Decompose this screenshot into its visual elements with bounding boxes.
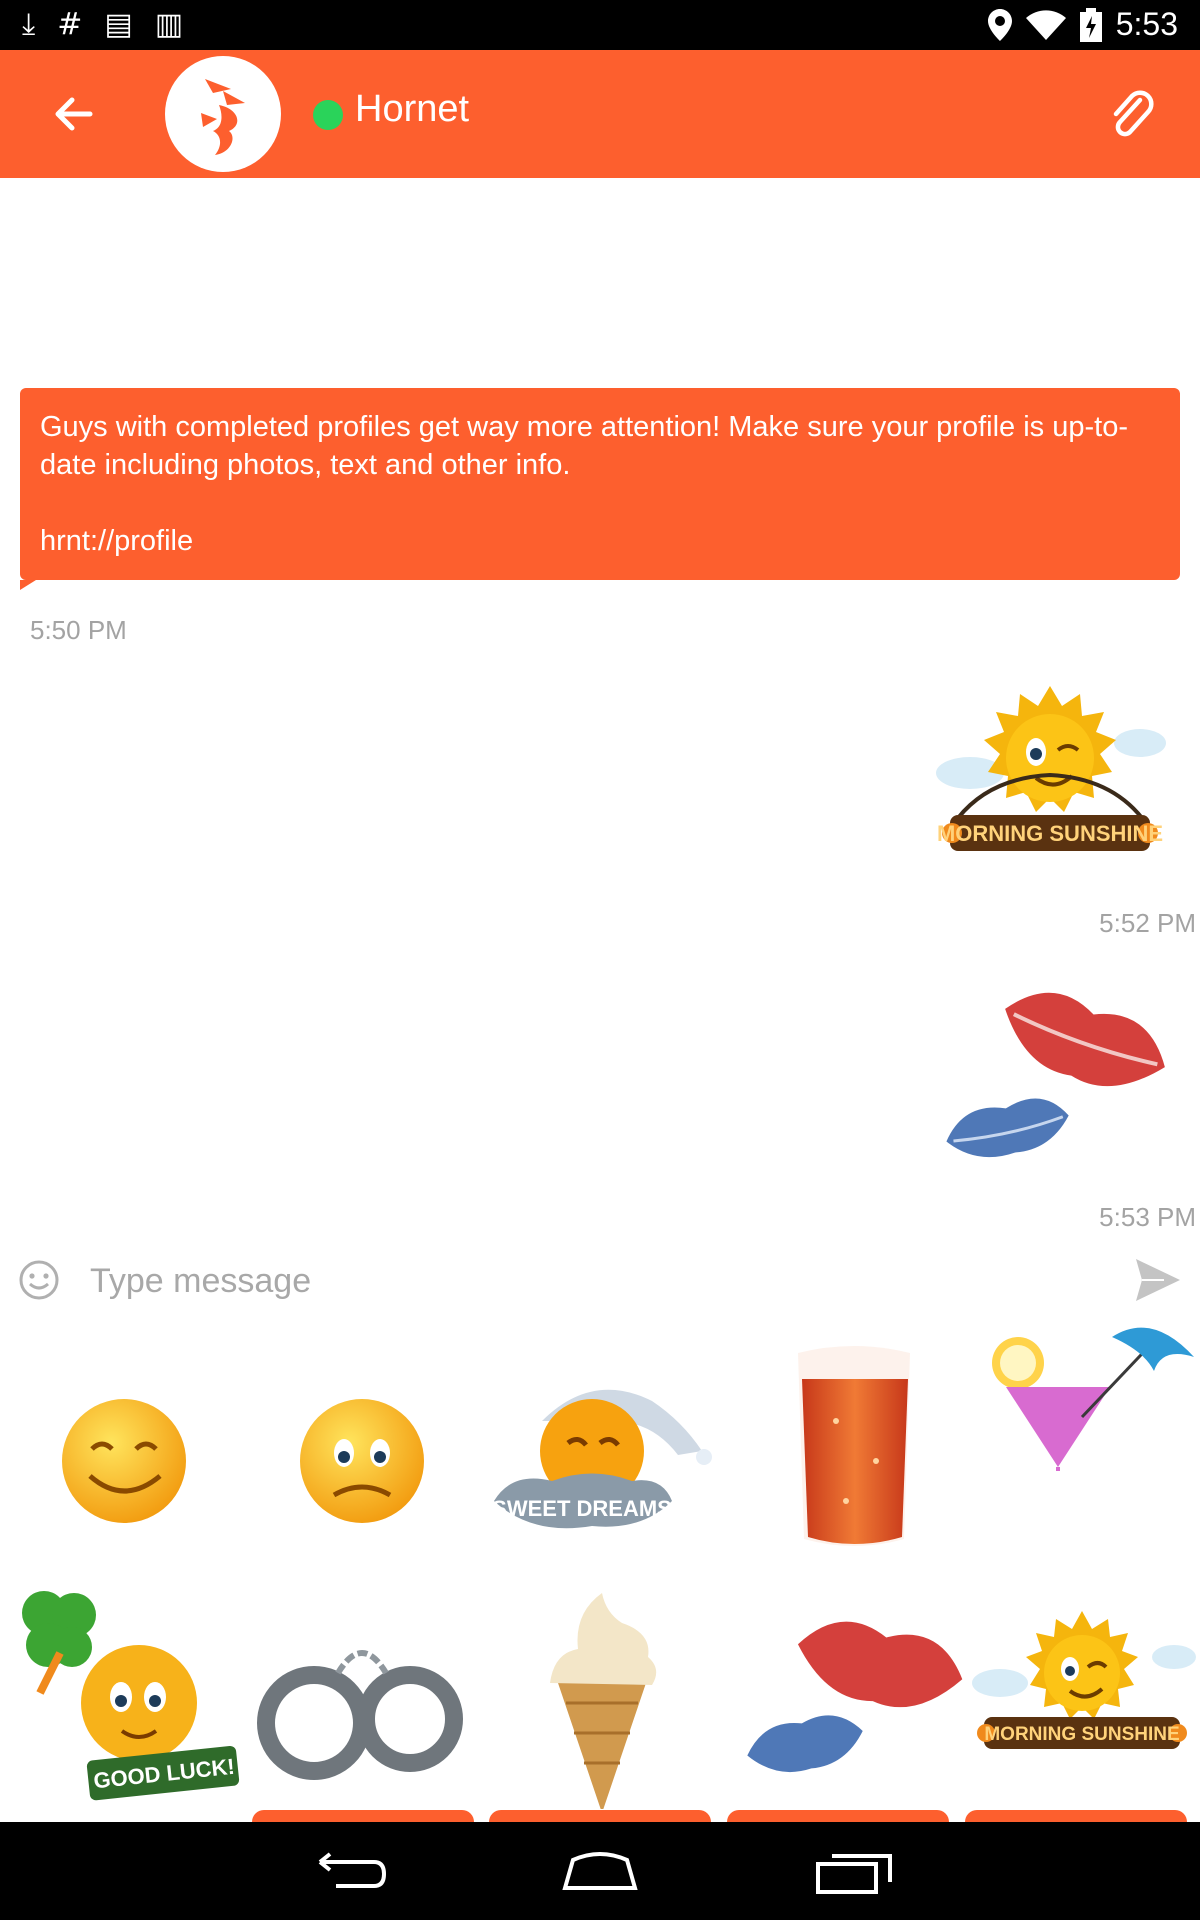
- morning-sunshine-sticker[interactable]: MORNING SUNSHINE: [930, 683, 1170, 863]
- message-timestamp: 5:52 PM: [1099, 908, 1196, 938]
- back-arrow-icon[interactable]: [46, 86, 102, 142]
- app-bar: Hornet: [0, 50, 1200, 178]
- chat-title: Hornet: [355, 88, 470, 130]
- emoji-toggle-icon[interactable]: [18, 1259, 60, 1301]
- paperclip-icon[interactable]: [1104, 86, 1160, 142]
- message-timestamp: 5:50 PM: [30, 615, 127, 645]
- message-timestamp: 5:53 PM: [1099, 1202, 1196, 1232]
- avatar[interactable]: [165, 56, 281, 172]
- sticker-label: SWEET DREAMS: [492, 1496, 672, 1521]
- system-nav-bar: [0, 1822, 1200, 1920]
- back-icon[interactable]: [300, 1846, 390, 1896]
- download-icon: ⤓: [22, 7, 36, 42]
- message-composer: [0, 1243, 1200, 1317]
- smiling-emoji-sticker[interactable]: [4, 1331, 240, 1567]
- bubble-tail: [20, 580, 36, 590]
- recents-icon[interactable]: [810, 1846, 900, 1896]
- message-input[interactable]: [88, 1251, 1092, 1311]
- message-bubble[interactable]: Guys with completed profiles get way mor…: [20, 388, 1180, 580]
- kiss-lips-sticker[interactable]: [940, 968, 1180, 1168]
- battery-icon: [1079, 7, 1102, 42]
- hash-icon: #: [57, 7, 83, 42]
- chat-area[interactable]: Guys with completed profiles get way mor…: [0, 178, 1200, 1243]
- morning-sunshine-sticker[interactable]: MORNING SUNSHINE: [964, 1573, 1200, 1809]
- sticker-label: MORNING SUNSHINE: [984, 1724, 1179, 1745]
- ice-cream-cone-sticker[interactable]: [482, 1573, 718, 1809]
- barcode-icon: ▥: [154, 7, 184, 42]
- sweet-dreams-sticker[interactable]: SWEET DREAMS: [482, 1331, 718, 1567]
- worried-emoji-sticker[interactable]: [242, 1331, 478, 1567]
- wifi-icon: [1025, 9, 1066, 40]
- message-link[interactable]: hrnt://profile: [40, 522, 1160, 560]
- cocktail-sticker[interactable]: [962, 1317, 1198, 1553]
- clock: 5:53: [1115, 6, 1178, 42]
- online-status-dot: [313, 100, 343, 130]
- handcuffs-sticker[interactable]: [242, 1573, 478, 1809]
- location-icon: [987, 8, 1012, 41]
- send-icon[interactable]: [1134, 1257, 1182, 1303]
- beer-glass-sticker[interactable]: [736, 1331, 972, 1567]
- status-bar: ⤓ # ▤ ▥ 5:53: [0, 0, 1200, 50]
- home-icon[interactable]: [555, 1846, 645, 1896]
- hornet-logo-icon: [201, 79, 245, 155]
- sticker-label: MORNING SUNSHINE: [937, 821, 1163, 846]
- sticker-panel: SWEET DREAMS GOOD LUCK! MORNING SUNSHINE: [0, 1317, 1200, 1830]
- message-text: Guys with completed profiles get way mor…: [40, 411, 1128, 481]
- kiss-lips-sticker[interactable]: [736, 1573, 972, 1809]
- good-luck-sticker[interactable]: GOOD LUCK!: [4, 1573, 240, 1809]
- news-icon: ▤: [104, 7, 133, 42]
